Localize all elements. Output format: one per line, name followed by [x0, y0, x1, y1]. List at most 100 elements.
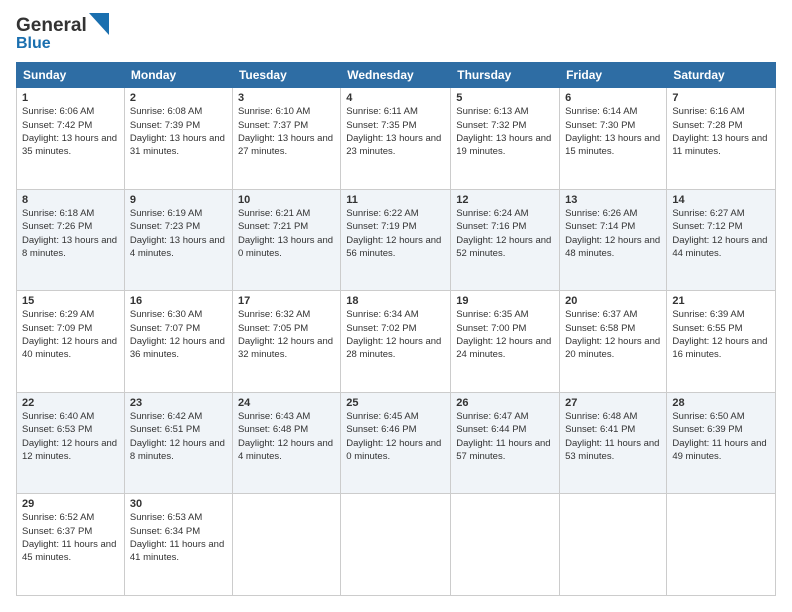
- calendar-day-cell: 3Sunrise: 6:10 AMSunset: 7:37 PMDaylight…: [232, 88, 340, 190]
- calendar-day-cell: 20Sunrise: 6:37 AMSunset: 6:58 PMDayligh…: [560, 291, 667, 393]
- calendar-day-cell: 4Sunrise: 6:11 AMSunset: 7:35 PMDaylight…: [341, 88, 451, 190]
- day-info: Sunrise: 6:32 AMSunset: 7:05 PMDaylight:…: [238, 308, 335, 361]
- day-info: Sunrise: 6:06 AMSunset: 7:42 PMDaylight:…: [22, 105, 119, 158]
- day-number: 5: [456, 92, 554, 104]
- calendar-week-row: 22Sunrise: 6:40 AMSunset: 6:53 PMDayligh…: [17, 392, 776, 494]
- day-number: 20: [565, 295, 661, 307]
- day-number: 10: [238, 194, 335, 206]
- calendar-day-cell: 7Sunrise: 6:16 AMSunset: 7:28 PMDaylight…: [667, 88, 776, 190]
- day-number: 22: [22, 397, 119, 409]
- calendar-body: 1Sunrise: 6:06 AMSunset: 7:42 PMDaylight…: [17, 88, 776, 596]
- calendar-day-cell: 18Sunrise: 6:34 AMSunset: 7:02 PMDayligh…: [341, 291, 451, 393]
- day-number: 14: [672, 194, 770, 206]
- day-info: Sunrise: 6:37 AMSunset: 6:58 PMDaylight:…: [565, 308, 661, 361]
- day-number: 3: [238, 92, 335, 104]
- calendar-day-cell: [341, 494, 451, 596]
- day-number: 12: [456, 194, 554, 206]
- weekday-header-cell: Wednesday: [341, 63, 451, 88]
- day-info: Sunrise: 6:53 AMSunset: 6:34 PMDaylight:…: [130, 511, 227, 564]
- day-number: 25: [346, 397, 445, 409]
- day-info: Sunrise: 6:34 AMSunset: 7:02 PMDaylight:…: [346, 308, 445, 361]
- day-number: 19: [456, 295, 554, 307]
- calendar-day-cell: 14Sunrise: 6:27 AMSunset: 7:12 PMDayligh…: [667, 189, 776, 291]
- calendar-day-cell: 9Sunrise: 6:19 AMSunset: 7:23 PMDaylight…: [124, 189, 232, 291]
- day-info: Sunrise: 6:08 AMSunset: 7:39 PMDaylight:…: [130, 105, 227, 158]
- day-number: 1: [22, 92, 119, 104]
- weekday-header-cell: Monday: [124, 63, 232, 88]
- day-number: 16: [130, 295, 227, 307]
- calendar-day-cell: 1Sunrise: 6:06 AMSunset: 7:42 PMDaylight…: [17, 88, 125, 190]
- day-info: Sunrise: 6:26 AMSunset: 7:14 PMDaylight:…: [565, 207, 661, 260]
- day-info: Sunrise: 6:10 AMSunset: 7:37 PMDaylight:…: [238, 105, 335, 158]
- weekday-header-cell: Tuesday: [232, 63, 340, 88]
- day-number: 4: [346, 92, 445, 104]
- calendar-day-cell: 5Sunrise: 6:13 AMSunset: 7:32 PMDaylight…: [451, 88, 560, 190]
- day-number: 28: [672, 397, 770, 409]
- page: General Blue SundayMondayTuesdayWednesda…: [0, 0, 792, 612]
- day-number: 11: [346, 194, 445, 206]
- day-info: Sunrise: 6:40 AMSunset: 6:53 PMDaylight:…: [22, 410, 119, 463]
- day-number: 24: [238, 397, 335, 409]
- day-info: Sunrise: 6:45 AMSunset: 6:46 PMDaylight:…: [346, 410, 445, 463]
- day-number: 8: [22, 194, 119, 206]
- calendar-day-cell: [560, 494, 667, 596]
- day-number: 13: [565, 194, 661, 206]
- day-number: 21: [672, 295, 770, 307]
- day-number: 29: [22, 498, 119, 510]
- day-info: Sunrise: 6:24 AMSunset: 7:16 PMDaylight:…: [456, 207, 554, 260]
- calendar-day-cell: 24Sunrise: 6:43 AMSunset: 6:48 PMDayligh…: [232, 392, 340, 494]
- day-info: Sunrise: 6:43 AMSunset: 6:48 PMDaylight:…: [238, 410, 335, 463]
- calendar-day-cell: 28Sunrise: 6:50 AMSunset: 6:39 PMDayligh…: [667, 392, 776, 494]
- calendar-week-row: 1Sunrise: 6:06 AMSunset: 7:42 PMDaylight…: [17, 88, 776, 190]
- logo-blue-text: Blue: [16, 35, 51, 53]
- day-info: Sunrise: 6:22 AMSunset: 7:19 PMDaylight:…: [346, 207, 445, 260]
- calendar-day-cell: [232, 494, 340, 596]
- day-info: Sunrise: 6:13 AMSunset: 7:32 PMDaylight:…: [456, 105, 554, 158]
- calendar-day-cell: 8Sunrise: 6:18 AMSunset: 7:26 PMDaylight…: [17, 189, 125, 291]
- header: General Blue: [16, 16, 776, 52]
- logo-brand: General Blue: [16, 16, 109, 52]
- calendar-day-cell: 12Sunrise: 6:24 AMSunset: 7:16 PMDayligh…: [451, 189, 560, 291]
- calendar-day-cell: 11Sunrise: 6:22 AMSunset: 7:19 PMDayligh…: [341, 189, 451, 291]
- day-number: 15: [22, 295, 119, 307]
- calendar-day-cell: [451, 494, 560, 596]
- day-number: 30: [130, 498, 227, 510]
- day-info: Sunrise: 6:27 AMSunset: 7:12 PMDaylight:…: [672, 207, 770, 260]
- day-number: 9: [130, 194, 227, 206]
- day-info: Sunrise: 6:39 AMSunset: 6:55 PMDaylight:…: [672, 308, 770, 361]
- logo-arrow-icon: [89, 13, 109, 35]
- weekday-header-row: SundayMondayTuesdayWednesdayThursdayFrid…: [17, 63, 776, 88]
- day-number: 6: [565, 92, 661, 104]
- weekday-header-cell: Friday: [560, 63, 667, 88]
- weekday-header-cell: Saturday: [667, 63, 776, 88]
- day-info: Sunrise: 6:19 AMSunset: 7:23 PMDaylight:…: [130, 207, 227, 260]
- weekday-header-cell: Sunday: [17, 63, 125, 88]
- day-info: Sunrise: 6:14 AMSunset: 7:30 PMDaylight:…: [565, 105, 661, 158]
- day-info: Sunrise: 6:35 AMSunset: 7:00 PMDaylight:…: [456, 308, 554, 361]
- day-number: 2: [130, 92, 227, 104]
- calendar-day-cell: 29Sunrise: 6:52 AMSunset: 6:37 PMDayligh…: [17, 494, 125, 596]
- calendar-day-cell: 19Sunrise: 6:35 AMSunset: 7:00 PMDayligh…: [451, 291, 560, 393]
- calendar-day-cell: 10Sunrise: 6:21 AMSunset: 7:21 PMDayligh…: [232, 189, 340, 291]
- calendar-day-cell: [667, 494, 776, 596]
- calendar-day-cell: 25Sunrise: 6:45 AMSunset: 6:46 PMDayligh…: [341, 392, 451, 494]
- calendar-day-cell: 26Sunrise: 6:47 AMSunset: 6:44 PMDayligh…: [451, 392, 560, 494]
- day-info: Sunrise: 6:52 AMSunset: 6:37 PMDaylight:…: [22, 511, 119, 564]
- day-info: Sunrise: 6:42 AMSunset: 6:51 PMDaylight:…: [130, 410, 227, 463]
- logo: General Blue: [16, 16, 109, 52]
- day-number: 18: [346, 295, 445, 307]
- calendar-day-cell: 23Sunrise: 6:42 AMSunset: 6:51 PMDayligh…: [124, 392, 232, 494]
- calendar-day-cell: 15Sunrise: 6:29 AMSunset: 7:09 PMDayligh…: [17, 291, 125, 393]
- day-number: 17: [238, 295, 335, 307]
- logo-general-text: General: [16, 16, 87, 37]
- weekday-header-cell: Thursday: [451, 63, 560, 88]
- day-info: Sunrise: 6:16 AMSunset: 7:28 PMDaylight:…: [672, 105, 770, 158]
- calendar-day-cell: 30Sunrise: 6:53 AMSunset: 6:34 PMDayligh…: [124, 494, 232, 596]
- calendar-week-row: 15Sunrise: 6:29 AMSunset: 7:09 PMDayligh…: [17, 291, 776, 393]
- day-info: Sunrise: 6:29 AMSunset: 7:09 PMDaylight:…: [22, 308, 119, 361]
- day-info: Sunrise: 6:11 AMSunset: 7:35 PMDaylight:…: [346, 105, 445, 158]
- day-info: Sunrise: 6:48 AMSunset: 6:41 PMDaylight:…: [565, 410, 661, 463]
- day-number: 27: [565, 397, 661, 409]
- calendar-day-cell: 17Sunrise: 6:32 AMSunset: 7:05 PMDayligh…: [232, 291, 340, 393]
- day-info: Sunrise: 6:18 AMSunset: 7:26 PMDaylight:…: [22, 207, 119, 260]
